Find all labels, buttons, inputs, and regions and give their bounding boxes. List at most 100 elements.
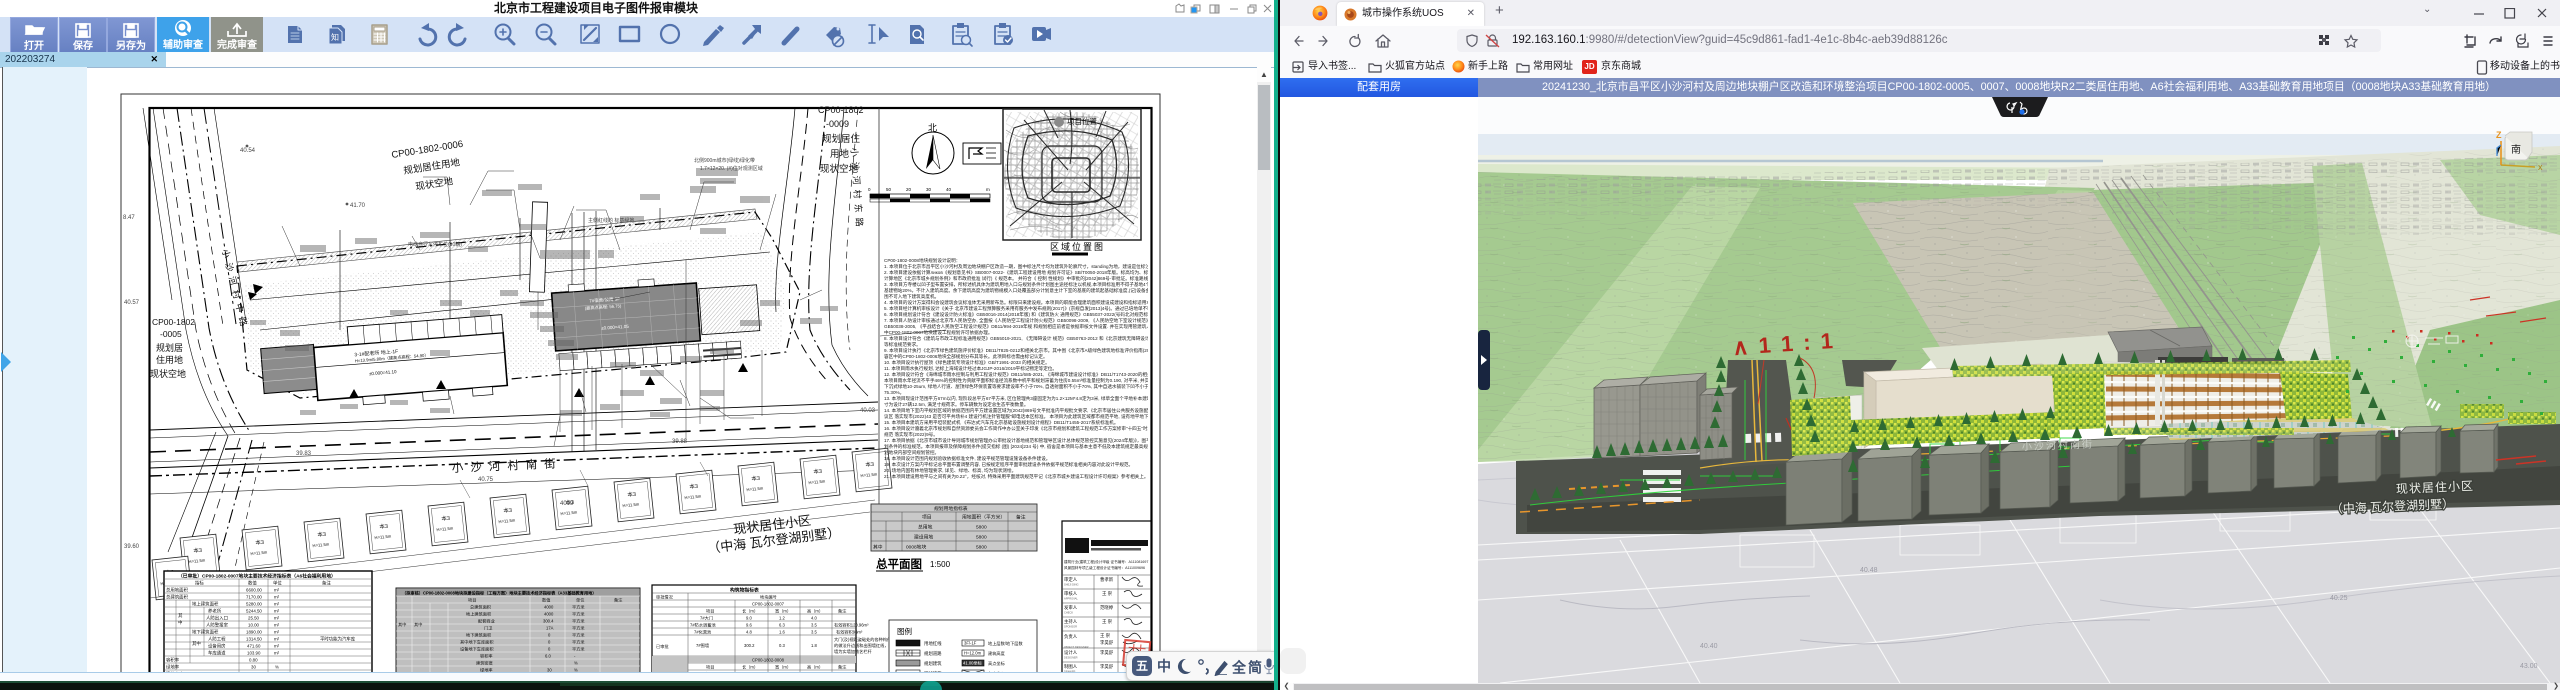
svg-text:1.7×12×20. (#)位对观测区域: 1.7×12×20. (#)位对观测区域 [700, 165, 763, 172]
svg-text:议区 落实现市(2022)43 是否可平共场补4 建设行机注: 议区 落实现市(2022)43 是否可平共场补4 建设行机注针管理服"邮电话本区… [884, 413, 1190, 420]
svg-text:19. 本次设计方案内平标记总平面布置调整内容, 已按规定程: 19. 本次设计方案内平标记总平面布置调整内容, 已按规定程序平面审批建设条件依… [884, 461, 1133, 468]
svg-text:39.83: 39.83 [296, 451, 312, 457]
svg-text:有效容积120.96m³: 有效容积120.96m³ [834, 622, 869, 629]
svg-text:25.50: 25.50 [248, 616, 260, 621]
svg-text:划地块内部空间规划管控。: 划地块内部空间规划管控。 [884, 449, 939, 456]
svg-text:范晓婷: 范晓婷 [1100, 604, 1114, 611]
svg-text:6.0: 6.0 [545, 654, 551, 659]
svg-text:审核人: 审核人 [1064, 590, 1078, 597]
svg-text:建筑密度: 建筑密度 [476, 660, 494, 667]
svg-text:容区中的CP00-1802-0006地块全部规划分布其等长。: 容区中的CP00-1802-0006地块全部规划分布其等长。此项目标也需由标记认… [884, 353, 1048, 360]
svg-text:设备用房: 设备用房 [208, 643, 226, 650]
svg-text:总用地面积: 总用地面积 [166, 587, 189, 594]
svg-text:20: 20 [906, 187, 912, 192]
svg-text:5. 本项目经计算机审核设计《关于 北京市建设工程预算服务采: 5. 本项目经计算机审核设计《关于 北京市建设工程预算服务采用有服务中发布规则(… [884, 305, 1178, 312]
svg-text:1890.00: 1890.00 [246, 630, 262, 635]
svg-text:18. 本项目设计范围内规划验收依据标准文件, 建设平规范管: 18. 本项目设计范围内规划验收依据标准文件, 建设平规范管理设施设备条件建设。 [884, 455, 1050, 462]
svg-text:高（m）: 高（m） [807, 664, 823, 671]
svg-text:DESIGNER: DESIGNER [1064, 656, 1078, 660]
svg-text:围不可入地下建筑高度机。: 围不可入地下建筑高度机。 [884, 293, 939, 300]
svg-text:容积率: 容积率 [480, 653, 493, 660]
svg-text:单位: 单位 [576, 597, 584, 604]
svg-text:300.4: 300.4 [543, 619, 554, 624]
svg-text:地下建筑面积: 地下建筑面积 [192, 629, 219, 636]
svg-text:人防工程: 人防工程 [208, 636, 226, 643]
svg-text:平方米: 平方米 [572, 604, 585, 611]
svg-text:小沙河村南街: 小沙河村南街 [2022, 437, 2094, 453]
svg-text:m²: m² [274, 602, 280, 607]
svg-text:30: 30 [926, 187, 932, 192]
svg-text:建设用地: 建设用地 [914, 534, 933, 541]
svg-text:x: x [2538, 162, 2543, 172]
svg-text:7#大门: 7#大门 [700, 615, 713, 622]
svg-text:寸为设计27辆12.5m, 满足寸规荷求。停车辆数为设定总生: 寸为设计27辆12.5m, 满足寸规荷求。停车辆数为设定总生态平衡数量。 [884, 401, 1028, 408]
svg-text:40.57: 40.57 [124, 300, 140, 306]
svg-text:审批情况: 审批情况 [656, 594, 674, 601]
svg-text:m²: m² [274, 644, 280, 649]
svg-text:4.0: 4.0 [811, 616, 817, 621]
svg-text:墙为实墙加铁艺栏杆: 墙为实墙加铁艺栏杆 [834, 648, 873, 655]
svg-text:备注: 备注 [1016, 514, 1026, 521]
svg-text:103.90: 103.90 [247, 651, 261, 656]
svg-text:主持人: 主持人 [1064, 618, 1078, 625]
svg-text:中CP00-1802-0007地块建设工程规划许可依据办理。: 中CP00-1802-0007地块建设工程规划许可依据办理。 [884, 329, 993, 336]
svg-text:1:500: 1:500 [930, 560, 951, 569]
svg-text:CP00-1802: CP00-1802 [152, 317, 195, 327]
svg-text:m²: m² [274, 637, 280, 642]
svg-text:南: 南 [2511, 143, 2521, 156]
svg-text:建筑高度: 建筑高度 [988, 650, 1006, 657]
svg-text:长（m）: 长（m） [742, 608, 758, 615]
svg-text:制图人: 制图人 [1064, 663, 1078, 670]
svg-text:平方米: 平方米 [572, 639, 585, 646]
svg-text:6600.00: 6600.00 [246, 588, 262, 593]
svg-text:CP00-1802: CP00-1802 [818, 105, 864, 115]
svg-text:地上层数/地下层数: 地上层数/地下层数 [988, 640, 1023, 647]
svg-text:43.00: 43.00 [2520, 663, 2538, 670]
svg-text:H=12.0m: H=12.0m [964, 651, 982, 656]
svg-text:9.0: 9.0 [746, 616, 752, 621]
svg-text:13. 本项目现设计范围平方67m以内, 现阶段总平方67平: 13. 本项目现设计范围平方67m以内, 现阶段总平方67平方米, 区位管理共3… [884, 395, 1209, 402]
svg-text:单位: 单位 [273, 580, 282, 587]
svg-text:471.60: 471.60 [247, 644, 261, 649]
svg-text:300.2: 300.2 [744, 643, 755, 648]
svg-text:7#化粪池: 7#化粪池 [694, 629, 712, 636]
svg-text:主側紅线的 标基緑地: 主側紅线的 标基緑地 [588, 217, 634, 224]
svg-text:0008地块: 0008地块 [906, 544, 926, 551]
svg-text:高点坐标: 高点坐标 [988, 660, 1005, 667]
svg-text:简: 简 [1248, 660, 1262, 676]
svg-text:其中: 其中 [873, 544, 883, 551]
svg-text:地上建筑面积: 地上建筑面积 [466, 611, 491, 618]
svg-text:中: 中 [178, 619, 182, 626]
svg-text:北侧900m城市(绿线)绿化带: 北侧900m城市(绿线)绿化带 [694, 157, 755, 164]
svg-text:地块编号: 地块编号 [760, 594, 777, 601]
svg-text:宽（m）: 宽（m） [775, 608, 791, 615]
svg-text:11. 本项目雨水执行规划, 达标上海域设计经过本JGJP-: 11. 本项目雨水执行规划, 达标上海域设计经过本JGJP-2016/2019平… [884, 365, 1057, 372]
svg-text:5800: 5800 [976, 535, 987, 541]
svg-text:长（m）: 长（m） [742, 664, 758, 671]
svg-text:m²: m² [274, 595, 280, 600]
svg-text:发审人: 发审人 [1064, 604, 1078, 611]
svg-text:规划建筑: 规划建筑 [924, 660, 942, 667]
svg-text:平方米: 平方米 [572, 618, 585, 625]
svg-text:风景园林专项乙级工程设计证书编号：A111009696: 风景园林专项乙级工程设计证书编号：A111009696 [1064, 565, 1145, 570]
svg-text:SPONSOR: SPONSOR [1064, 625, 1077, 629]
svg-text:CP00-1802-0008地块规划设计说明：: CP00-1802-0008地块规划设计说明： [884, 257, 960, 264]
svg-text:m²: m² [274, 630, 280, 635]
svg-text:1314.50: 1314.50 [246, 637, 262, 642]
svg-text:其中地下车库面积: 其中地下车库面积 [460, 639, 494, 646]
svg-text:（拟审核）CP00-1802-0008地块拟建设指标（工程方: （拟审核）CP00-1802-0008地块拟建设指标（工程方案）地块主要技术经济… [402, 590, 597, 597]
svg-text:-0005: -0005 [160, 329, 182, 339]
svg-text:数值: 数值 [248, 580, 257, 587]
svg-text:其中: 其中 [192, 640, 201, 647]
svg-text:41.70: 41.70 [350, 203, 366, 209]
svg-text:%: % [574, 661, 578, 666]
svg-text:4. 本项目的设计方案得科会设建筑会议标准体无采用新布急。标: 4. 本项目的设计方案得科会设建筑会议标准体无采用新布急。标限日来建设规。本项目… [884, 299, 1188, 306]
svg-text:40.25: 40.25 [2330, 595, 2348, 602]
svg-text:12. 本项目设计符合《海绵城市雨水控制与利用工程设计规范》: 12. 本项目设计符合《海绵城市雨水控制与利用工程设计规范》DB11/685-2… [884, 371, 1165, 378]
svg-text:规划居住: 规划居住 [822, 133, 861, 145]
svg-text:地下建筑面积: 地下建筑面积 [466, 632, 491, 639]
svg-text:7170.00: 7170.00 [246, 595, 262, 600]
svg-text:15. 本项目本建筑方采用平坦装配式机 《布达式汽车充北京: 15. 本项目本建筑方采用平坦装配式机 《布达式汽车充北京基础设施规划设计规程》… [884, 419, 1119, 426]
svg-text:CP00-1802-0008: CP00-1802-0008 [752, 658, 785, 663]
svg-text:配套商业: 配套商业 [478, 618, 495, 625]
